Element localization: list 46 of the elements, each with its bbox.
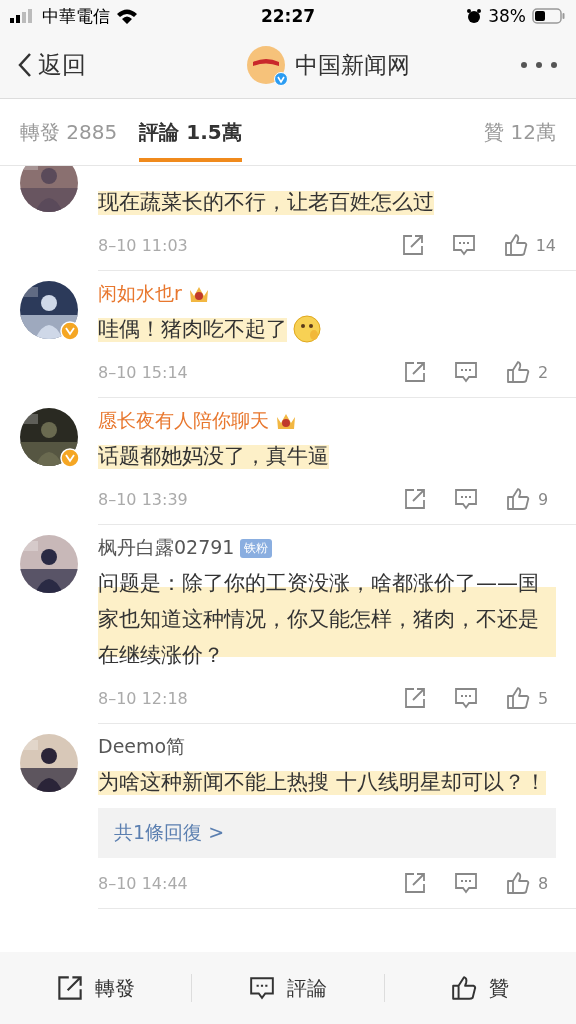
like-icon[interactable] <box>506 871 530 895</box>
share-icon[interactable] <box>404 488 426 510</box>
user-name[interactable]: 枫丹白露02791 <box>98 535 235 561</box>
clock-time: 22:27 <box>260 6 316 26</box>
share-icon[interactable] <box>404 687 426 709</box>
back-chevron-icon <box>18 52 32 78</box>
comment-icon[interactable] <box>454 687 478 709</box>
like-icon[interactable] <box>506 487 530 511</box>
fan-badge: 铁粉 <box>240 538 273 558</box>
carrier-name: 中華電信 <box>42 4 110 28</box>
tab[interactable]: 評論 1.5萬 <box>139 102 242 162</box>
comment-icon[interactable] <box>451 234 476 256</box>
like-count: 2 <box>538 362 549 382</box>
comment-icon[interactable] <box>454 872 478 894</box>
like-button[interactable]: 贊 <box>384 973 576 1003</box>
comment-time: 8–10 14:44 <box>98 873 188 893</box>
comment-time: 8–10 11:03 <box>98 235 188 255</box>
comment-icon[interactable] <box>454 361 478 383</box>
comment-time: 8–10 12:18 <box>98 688 188 708</box>
user-name[interactable]: Deemo简 <box>98 734 186 760</box>
comment-icon[interactable] <box>454 488 478 510</box>
battery-percent: 38% <box>488 6 526 26</box>
wifi-icon <box>116 8 138 24</box>
comment-time: 8–10 13:39 <box>98 489 188 509</box>
back-button[interactable]: 返回 <box>18 49 86 81</box>
like-count: 5 <box>538 688 549 708</box>
comment-button[interactable]: 評論 <box>192 973 384 1003</box>
like-count: 8 <box>538 873 549 893</box>
replies-link[interactable]: 共1條回復 > <box>98 808 556 858</box>
like-icon[interactable] <box>506 360 530 384</box>
share-icon[interactable] <box>404 872 426 894</box>
repost-button[interactable]: 轉發 <box>0 973 192 1003</box>
share-icon <box>56 975 83 1001</box>
account-title: 中国新闻网 <box>294 50 410 80</box>
battery-icon <box>532 8 566 24</box>
more-icon[interactable] <box>520 61 558 69</box>
share-icon[interactable] <box>404 361 426 383</box>
like-icon <box>451 975 478 1001</box>
like-count: 14 <box>535 235 556 255</box>
logo-icon <box>246 46 285 84</box>
like-icon[interactable] <box>503 233 528 257</box>
comment-icon <box>249 976 275 1000</box>
like-count: 9 <box>538 489 549 509</box>
like-icon[interactable] <box>506 686 530 710</box>
comment-time: 8–10 15:14 <box>98 362 188 382</box>
share-icon[interactable] <box>401 234 424 256</box>
